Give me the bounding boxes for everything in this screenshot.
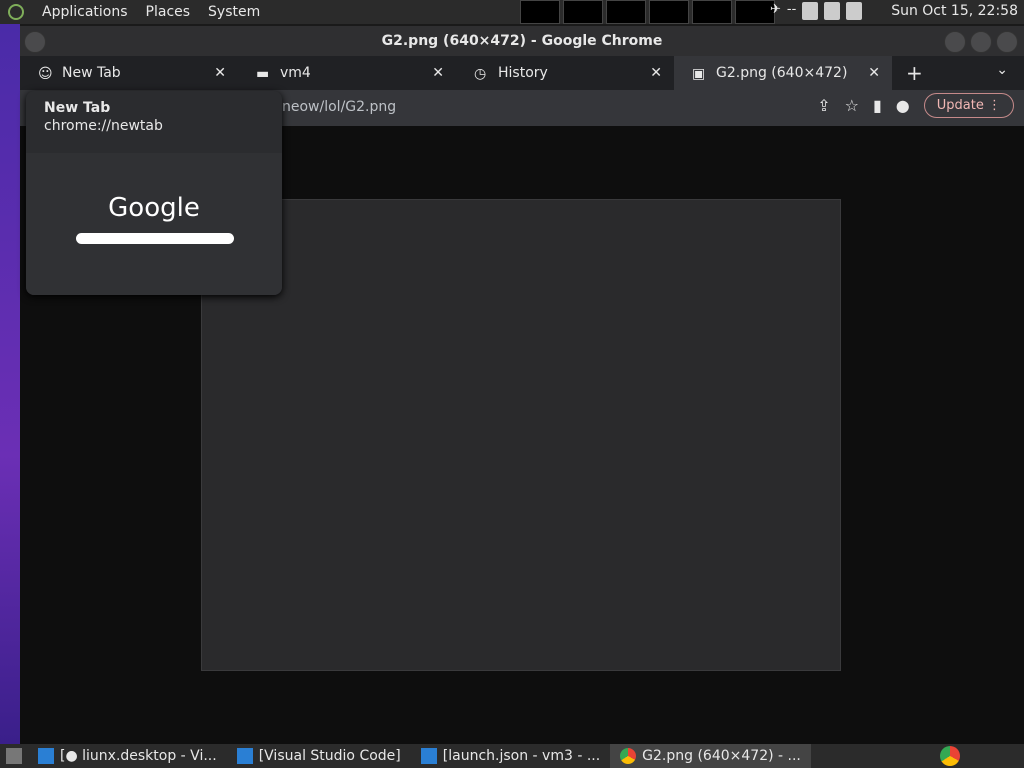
network-monitor: [606, 0, 646, 24]
swap-monitor: [649, 0, 689, 24]
address-bar[interactable]: neow/lol/G2.png: [282, 99, 396, 115]
menu-applications[interactable]: Applications: [42, 4, 128, 20]
tab-g2-png[interactable]: ▣ G2.png (640×472) ✕: [674, 56, 892, 90]
tab-history[interactable]: ◷ History ✕: [456, 56, 674, 90]
top-panel: Applications Places System ✈ -- Sun Oct …: [0, 0, 1024, 24]
chrome-tray-icon[interactable]: [940, 746, 960, 766]
trash-icon[interactable]: [824, 2, 841, 20]
vscode-icon: [38, 748, 54, 764]
hover-card-title: New Tab: [44, 100, 111, 116]
distro-logo-icon[interactable]: [8, 4, 24, 20]
menu-system[interactable]: System: [208, 4, 260, 20]
cpu-monitor: [520, 0, 560, 24]
tab-label: vm4: [280, 65, 311, 81]
profile-avatar-icon[interactable]: ●: [896, 96, 910, 115]
new-tab-button[interactable]: +: [892, 61, 937, 85]
maximize-icon[interactable]: [970, 31, 992, 53]
tab-hover-card: New Tab chrome://newtab Google: [26, 91, 282, 295]
hover-card-url: chrome://newtab: [44, 118, 163, 134]
close-icon[interactable]: ✕: [214, 65, 226, 81]
memory-monitor: [563, 0, 603, 24]
tab-label: History: [498, 65, 548, 81]
disk-monitor: [735, 0, 775, 24]
google-logo: Google: [108, 193, 200, 223]
window-menu-icon[interactable]: [24, 31, 46, 53]
taskbar-item[interactable]: [● liunx.desktop - Vi...: [28, 744, 227, 768]
vscode-icon: [236, 748, 253, 764]
folder-icon: ▬: [256, 66, 270, 82]
close-icon[interactable]: ✕: [868, 65, 880, 81]
taskbar-item[interactable]: [launch.json - vm3 - ...: [411, 744, 610, 768]
side-panel-icon[interactable]: ▮: [873, 96, 882, 115]
close-icon[interactable]: ✕: [650, 65, 662, 81]
trash-icon[interactable]: [802, 2, 819, 20]
bookmark-star-icon[interactable]: ☆: [845, 96, 859, 115]
taskbar-item-active[interactable]: G2.png (640×472) - ...: [610, 744, 811, 768]
image-placeholder: [201, 199, 841, 671]
tab-label: New Tab: [62, 65, 121, 81]
menu-places[interactable]: Places: [146, 4, 191, 20]
close-window-icon[interactable]: [996, 31, 1018, 53]
tab-vm4[interactable]: ▬ vm4 ✕: [238, 56, 456, 90]
taskbar-label: [Visual Studio Code]: [258, 748, 401, 764]
network-icon[interactable]: ✈: [770, 2, 781, 20]
system-monitors: [520, 0, 775, 24]
hover-card-preview: Google: [26, 153, 282, 295]
load-monitor: [692, 0, 732, 24]
desktop-wallpaper-strip: [0, 24, 20, 744]
image-favicon: ▣: [692, 66, 706, 82]
tab-strip: ☺ New Tab ✕ ▬ vm4 ✕ ◷ History ✕ ▣ G2.png…: [20, 56, 1024, 90]
minimize-icon[interactable]: [944, 31, 966, 53]
history-icon: ◷: [474, 66, 487, 82]
preview-search-box: [76, 233, 234, 244]
vscode-icon: [420, 748, 437, 764]
tab-new-tab[interactable]: ☺ New Tab ✕: [20, 56, 238, 90]
chrome-icon: [620, 748, 637, 764]
top-menu: Applications Places System: [0, 4, 260, 20]
window-titlebar[interactable]: G2.png (640×472) - Google Chrome: [20, 26, 1024, 56]
clock[interactable]: Sun Oct 15, 22:58: [891, 3, 1018, 19]
share-icon[interactable]: ⇪: [817, 96, 830, 115]
taskbar-label: G2.png (640×472) - ...: [642, 748, 801, 764]
tab-label: G2.png (640×472): [716, 65, 848, 81]
close-icon[interactable]: ✕: [432, 65, 444, 81]
show-desktop-icon[interactable]: [6, 748, 22, 764]
update-button[interactable]: Update ⋮: [923, 93, 1014, 118]
taskbar-label: [● liunx.desktop - Vi...: [60, 748, 217, 764]
window-title: G2.png (640×472) - Google Chrome: [381, 33, 663, 49]
taskbar-item[interactable]: [Visual Studio Code]: [227, 744, 411, 768]
newtab-icon: ☺: [38, 66, 53, 82]
update-label: Update: [936, 98, 984, 113]
bottom-taskbar: [● liunx.desktop - Vi... [Visual Studio …: [0, 744, 1024, 768]
tray-text: --: [786, 2, 797, 17]
toolbar-actions: ⇪ ☆ ▮ ● Update ⋮: [817, 93, 1014, 118]
tab-search-icon[interactable]: ⌄: [996, 62, 1008, 78]
tray: ✈ --: [770, 2, 863, 20]
trash-icon[interactable]: [846, 2, 863, 20]
taskbar-label: [launch.json - vm3 - ...: [442, 748, 601, 764]
